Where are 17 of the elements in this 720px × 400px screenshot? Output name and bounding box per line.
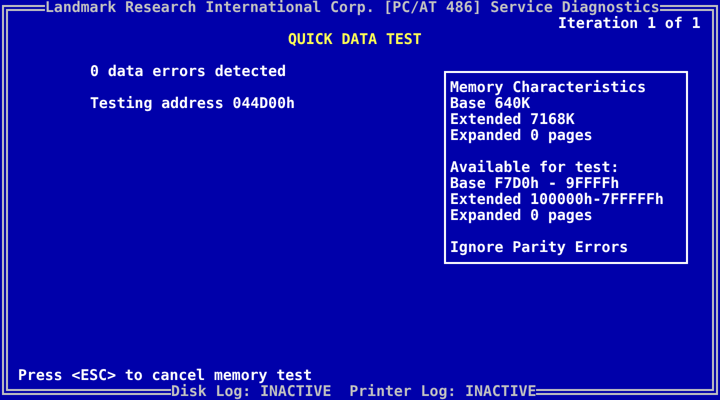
test-title: QUICK DATA TEST [288,32,422,48]
status-item: Printer Log: INACTIVE [349,384,536,400]
panel-line: Available for test: [450,160,620,176]
panel-line: Extended 7168K [450,112,576,128]
window-title: Landmark Research International Corp. [PC/AT 486] Service Diagnostics [45,0,660,16]
panel-line: Base 640K [450,96,532,112]
panel-line: Extended 100000h-7FFFFFh [450,192,665,208]
status-message: 0 data errors detected [90,64,286,80]
status-item: Disk Log: INACTIVE [171,384,332,400]
iteration-counter: Iteration 1 of 1 [558,16,701,32]
panel-line: Expanded 0 pages [450,128,594,144]
panel-line: Ignore Parity Errors [450,240,630,256]
cancel-prompt: Press <ESC> to cancel memory test [18,368,312,384]
panel-line: Expanded 0 pages [450,208,594,224]
status-message: Testing address 044D00h [90,96,295,112]
panel-line: Memory Characteristics [450,80,647,96]
panel-line: Base F7D0h - 9FFFFh [450,176,620,192]
